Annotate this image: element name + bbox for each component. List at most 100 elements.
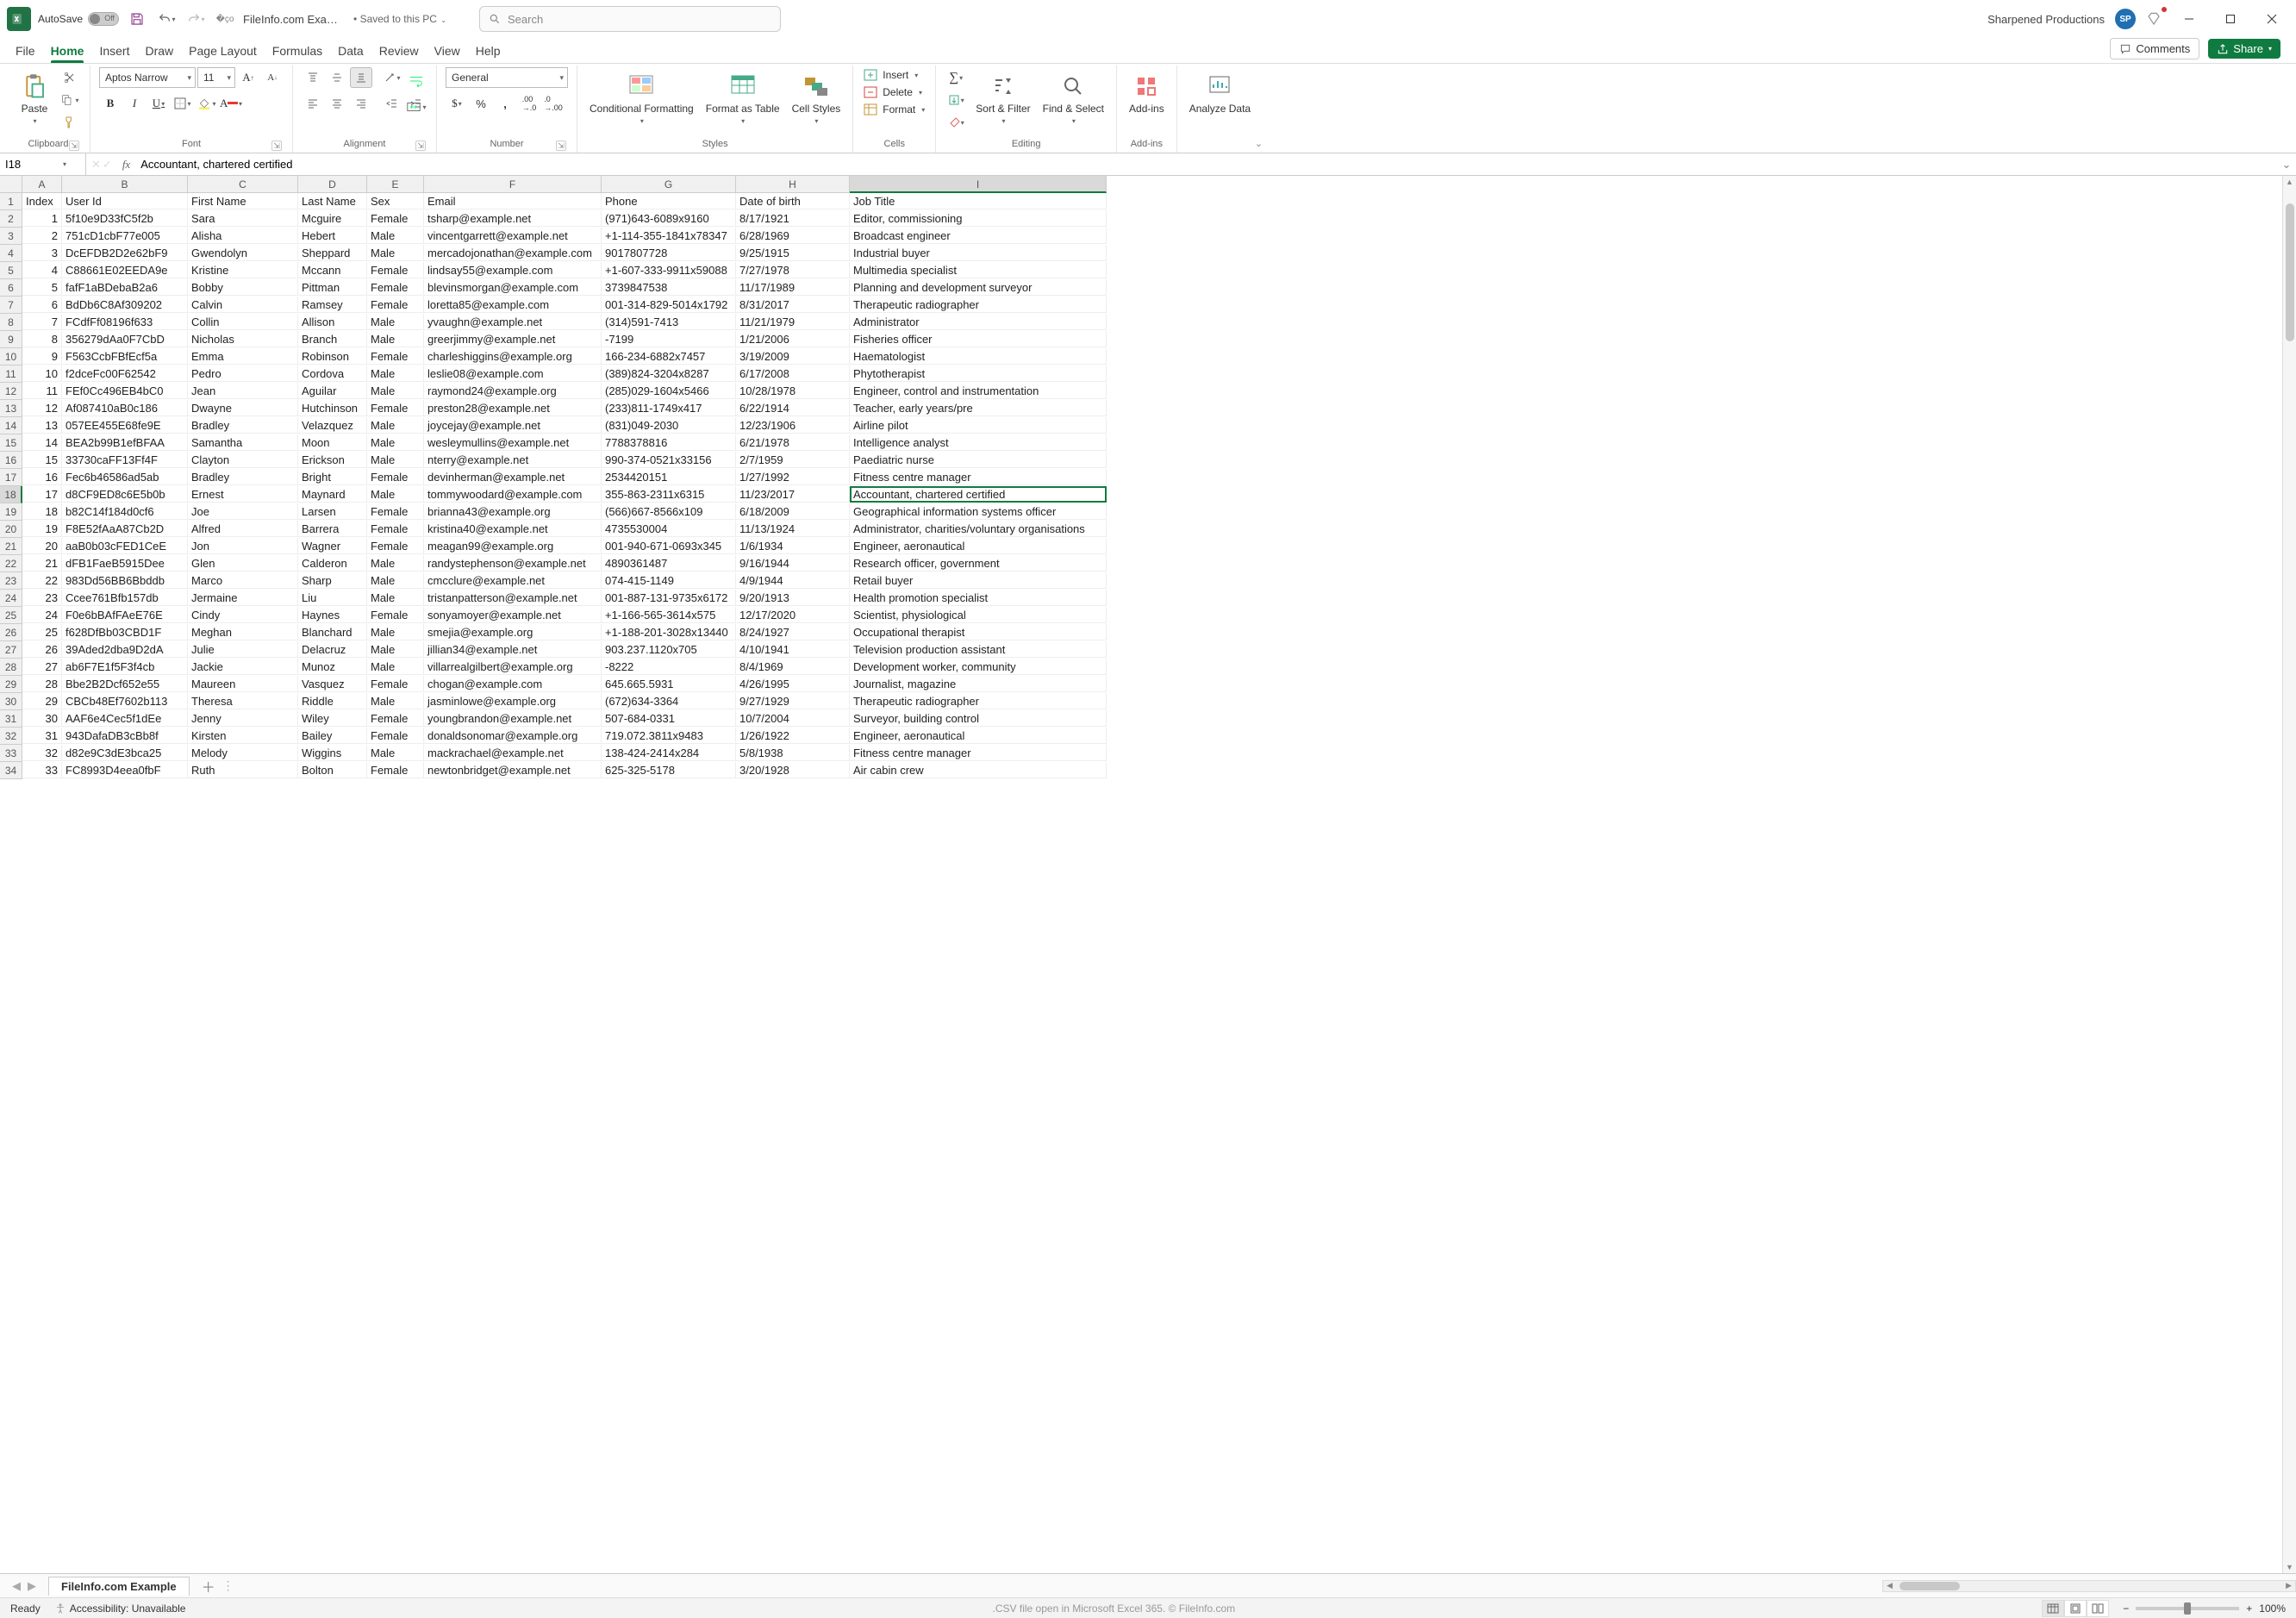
tab-review[interactable]: Review xyxy=(379,44,419,63)
number-format-combo[interactable]: General▾ xyxy=(446,67,568,88)
cell[interactable]: +1-114-355-1841x78347 xyxy=(602,228,736,244)
tab-help[interactable]: Help xyxy=(476,44,501,63)
cell[interactable]: 33 xyxy=(22,762,62,778)
cell[interactable]: Female xyxy=(367,762,424,778)
percent-format-button[interactable]: % xyxy=(470,93,492,114)
cell[interactable]: 6/28/1969 xyxy=(736,228,850,244)
cell[interactable]: 1 xyxy=(22,210,62,227)
cell[interactable]: 1/26/1922 xyxy=(736,728,850,744)
cell[interactable]: Hebert xyxy=(298,228,367,244)
orientation-button[interactable]: ▾ xyxy=(381,67,403,88)
align-left-button[interactable] xyxy=(302,93,324,114)
row-header[interactable]: 2 xyxy=(0,210,22,228)
cell[interactable]: +1-607-333-9911x59088 xyxy=(602,262,736,278)
cell[interactable]: Larsen xyxy=(298,503,367,520)
cell[interactable]: Male xyxy=(367,245,424,261)
cell[interactable]: Female xyxy=(367,262,424,278)
cell[interactable]: 166-234-6882x7457 xyxy=(602,348,736,365)
cell[interactable]: Male xyxy=(367,365,424,382)
cell[interactable]: tristanpatterson@example.net xyxy=(424,590,602,606)
cell[interactable]: Cindy xyxy=(188,607,298,623)
cell[interactable]: 1/27/1992 xyxy=(736,469,850,485)
close-button[interactable] xyxy=(2255,5,2289,33)
cell[interactable]: Barrera xyxy=(298,521,367,537)
normal-view-button[interactable] xyxy=(2042,1600,2064,1617)
cell[interactable]: nterry@example.net xyxy=(424,452,602,468)
row-header[interactable]: 30 xyxy=(0,693,22,710)
cell[interactable]: 3/20/1928 xyxy=(736,762,850,778)
cell[interactable]: Male xyxy=(367,434,424,451)
row-header[interactable]: 24 xyxy=(0,590,22,607)
cell[interactable]: Marco xyxy=(188,572,298,589)
cell[interactable]: dFB1FaeB5915Dee xyxy=(62,555,188,572)
cell[interactable]: 1/6/1934 xyxy=(736,538,850,554)
cell[interactable]: 30 xyxy=(22,710,62,727)
cell[interactable]: Male xyxy=(367,486,424,503)
row-header[interactable]: 5 xyxy=(0,262,22,279)
cell[interactable]: Sheppard xyxy=(298,245,367,261)
header-cell[interactable]: Email xyxy=(424,193,602,209)
cell[interactable]: Erickson xyxy=(298,452,367,468)
cell[interactable]: (233)811-1749x417 xyxy=(602,400,736,416)
row-header[interactable]: 8 xyxy=(0,314,22,331)
cell[interactable]: meagan99@example.org xyxy=(424,538,602,554)
cell[interactable]: Cordova xyxy=(298,365,367,382)
row-header[interactable]: 22 xyxy=(0,555,22,572)
cell[interactable]: mackrachael@example.net xyxy=(424,745,602,761)
cell[interactable]: Surveyor, building control xyxy=(850,710,1107,727)
cell[interactable]: 4/26/1995 xyxy=(736,676,850,692)
cell[interactable]: 057EE455E68fe9E xyxy=(62,417,188,434)
cell[interactable]: Jenny xyxy=(188,710,298,727)
header-cell[interactable]: First Name xyxy=(188,193,298,209)
sheet-tab[interactable]: FileInfo.com Example xyxy=(48,1577,190,1596)
cell[interactable]: raymond24@example.org xyxy=(424,383,602,399)
cell[interactable]: lindsay55@example.com xyxy=(424,262,602,278)
cell[interactable]: Riddle xyxy=(298,693,367,709)
cell[interactable]: Therapeutic radiographer xyxy=(850,693,1107,709)
cell[interactable]: Female xyxy=(367,521,424,537)
fill-button[interactable]: ▾ xyxy=(945,90,967,110)
cell[interactable]: Administrator xyxy=(850,314,1107,330)
cell[interactable]: Teacher, early years/pre xyxy=(850,400,1107,416)
cut-button[interactable] xyxy=(59,67,81,88)
cell[interactable]: Theresa xyxy=(188,693,298,709)
column-header[interactable]: G xyxy=(602,176,736,193)
cell[interactable]: 7/27/1978 xyxy=(736,262,850,278)
accounting-format-button[interactable]: $▾ xyxy=(446,93,468,114)
sort-filter-button[interactable]: Sort & Filter▾ xyxy=(972,67,1033,128)
cell[interactable]: Melody xyxy=(188,745,298,761)
vertical-scrollbar-thumb[interactable] xyxy=(2286,203,2294,341)
cell[interactable]: Calderon xyxy=(298,555,367,572)
select-all-corner[interactable] xyxy=(0,176,22,193)
cell[interactable]: Mcguire xyxy=(298,210,367,227)
header-cell[interactable]: Last Name xyxy=(298,193,367,209)
cell[interactable]: 6/17/2008 xyxy=(736,365,850,382)
cell[interactable]: Wagner xyxy=(298,538,367,554)
header-cell[interactable]: Date of birth xyxy=(736,193,850,209)
cell[interactable]: loretta85@example.com xyxy=(424,297,602,313)
customize-qat[interactable]: �ço xyxy=(214,8,236,30)
font-name-combo[interactable]: Aptos Narrow▾ xyxy=(99,67,196,88)
cell[interactable]: Wiggins xyxy=(298,745,367,761)
cell[interactable]: 9/16/1944 xyxy=(736,555,850,572)
cell[interactable]: (285)029-1604x5466 xyxy=(602,383,736,399)
cell[interactable]: villarrealgilbert@example.org xyxy=(424,659,602,675)
cell[interactable]: jasminlowe@example.org xyxy=(424,693,602,709)
cell[interactable]: 11/13/1924 xyxy=(736,521,850,537)
expand-formula-bar-button[interactable]: ⌄ xyxy=(2277,158,2296,172)
cell[interactable]: -8222 xyxy=(602,659,736,675)
column-header[interactable]: A xyxy=(22,176,62,193)
save-button[interactable] xyxy=(126,8,148,30)
cell[interactable]: 11/23/2017 xyxy=(736,486,850,503)
cell[interactable]: 23 xyxy=(22,590,62,606)
cell[interactable]: f628DfBb03CBD1F xyxy=(62,624,188,640)
cell[interactable]: Maureen xyxy=(188,676,298,692)
tab-page-layout[interactable]: Page Layout xyxy=(189,44,257,63)
cell[interactable]: 13 xyxy=(22,417,62,434)
cell[interactable]: (314)591-7413 xyxy=(602,314,736,330)
cell[interactable]: Haynes xyxy=(298,607,367,623)
cell[interactable]: Jean xyxy=(188,383,298,399)
header-cell[interactable]: User Id xyxy=(62,193,188,209)
cell[interactable]: -7199 xyxy=(602,331,736,347)
cell[interactable]: vincentgarrett@example.net xyxy=(424,228,602,244)
